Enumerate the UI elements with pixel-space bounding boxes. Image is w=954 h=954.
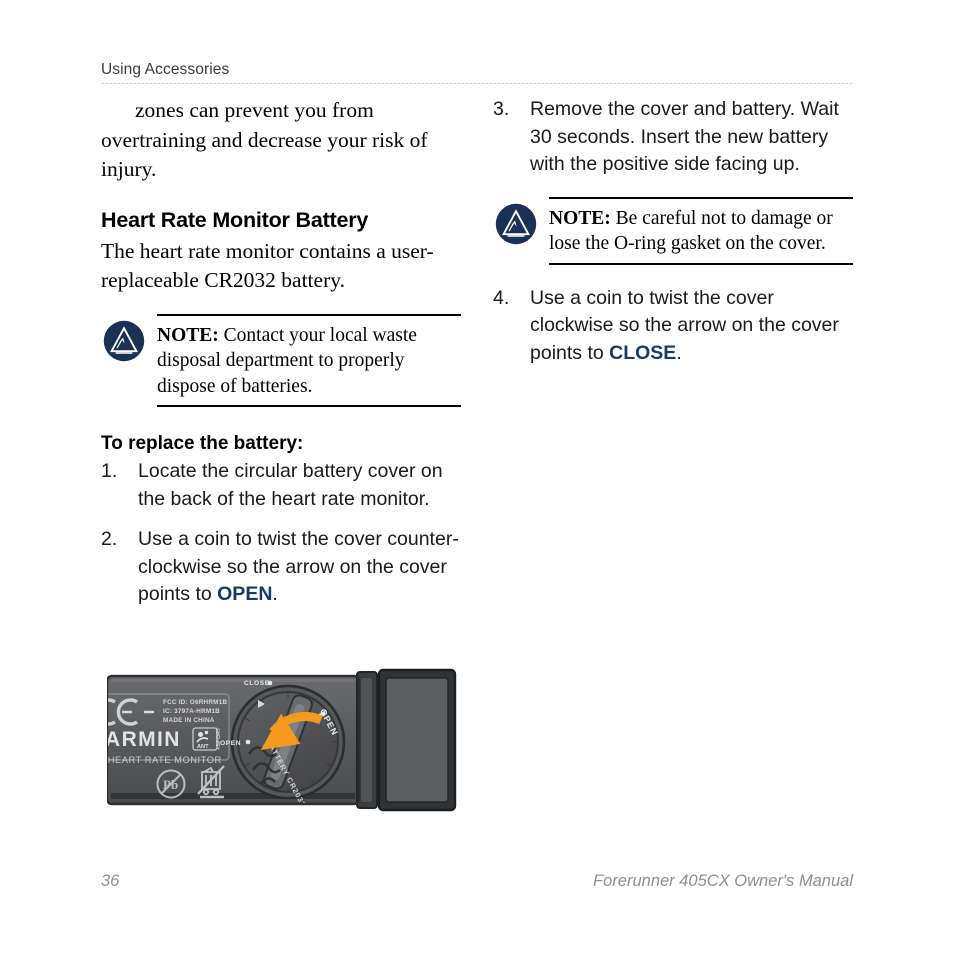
note-callout-right: NOTE: Be careful not to damage or lose t…: [493, 196, 853, 265]
svg-text:MADE IN CHINA: MADE IN CHINA: [163, 717, 215, 724]
warning-triangle-icon: [495, 203, 537, 245]
footer-manual-title: Forerunner 405CX Owner's Manual: [593, 872, 853, 890]
svg-text:ARMIN: ARMIN: [107, 728, 181, 751]
right-column: 3. Remove the cover and battery. Wait 30…: [493, 96, 853, 380]
note-label: NOTE:: [549, 207, 611, 229]
step-number: 3.: [493, 98, 510, 120]
page-title: Heart Rate Monitor Battery: [101, 207, 369, 232]
note-bottom-rule: [157, 405, 461, 407]
header-title: Using Accessories: [101, 61, 230, 78]
manual-page: Using Accessories zones can prevent you …: [0, 0, 954, 954]
note-callout-left: NOTE: Contact your local waste disposal …: [101, 313, 461, 407]
step-text: Use a coin to twist the cover counter-cl…: [138, 528, 459, 605]
keyword-emphasis: OPEN: [217, 583, 273, 605]
heart-rate-monitor-illustration: FCC ID: O6RHRM1B IC: 3797A-HRM1B MADE IN…: [105, 662, 463, 832]
note-top-rule: [549, 196, 853, 199]
keyword-emphasis: CLOSE: [609, 341, 677, 364]
svg-text:IC: 3797A-HRM1B: IC: 3797A-HRM1B: [163, 708, 220, 715]
step-text: Remove the cover and battery. Wait 30 se…: [530, 98, 839, 175]
svg-text:OPEN: OPEN: [220, 740, 241, 747]
footer-page-number: 36: [101, 872, 120, 890]
step-number: 2.: [101, 528, 118, 550]
note-bottom-rule: [549, 262, 853, 265]
list-item: 2. Use a coin to twist the cover counter…: [101, 526, 461, 609]
svg-text:Pb: Pb: [163, 777, 178, 792]
section-paragraph: The heart rate monitor contains a user-r…: [101, 238, 434, 293]
note-text-right: NOTE: Be careful not to damage or lose t…: [549, 206, 853, 257]
note-top-rule: [157, 313, 461, 316]
step-number: 4.: [493, 286, 510, 309]
left-column: zones can prevent you from overtraining …: [101, 96, 461, 622]
page-footer: 36 Forerunner 405CX Owner's Manual: [101, 872, 853, 891]
procedure-heading: To replace the battery:: [101, 433, 304, 454]
running-header: Using Accessories: [101, 60, 853, 84]
procedure-steps-right-bottom: 4. Use a coin to twist the cover clockwi…: [493, 285, 853, 368]
list-item: 1. Locate the circular battery cover on …: [101, 458, 461, 513]
header-divider: [101, 83, 853, 84]
step-text: Locate the circular battery cover on the…: [138, 460, 443, 510]
procedure-steps-right-top: 3. Remove the cover and battery. Wait 30…: [493, 96, 853, 179]
note-text-left: NOTE: Contact your local waste disposal …: [157, 323, 461, 400]
warning-triangle-icon: [103, 320, 145, 362]
continued-paragraph: zones can prevent you from overtraining …: [101, 98, 428, 181]
procedure-steps-left: 1. Locate the circular battery cover on …: [101, 458, 461, 609]
note-label: NOTE:: [157, 324, 219, 346]
svg-text:FCC ID: O6RHRM1B: FCC ID: O6RHRM1B: [163, 699, 227, 706]
step-number: 1.: [101, 460, 118, 482]
svg-text:CLOSE: CLOSE: [244, 680, 270, 687]
step-text: Use a coin to twist the cover clockwise …: [530, 286, 839, 364]
svg-text:- HEART RATE MONITOR: - HEART RATE MONITOR: [107, 754, 222, 765]
list-item: 4. Use a coin to twist the cover clockwi…: [493, 285, 853, 368]
list-item: 3. Remove the cover and battery. Wait 30…: [493, 96, 853, 179]
svg-text:ANT: ANT: [197, 744, 209, 750]
